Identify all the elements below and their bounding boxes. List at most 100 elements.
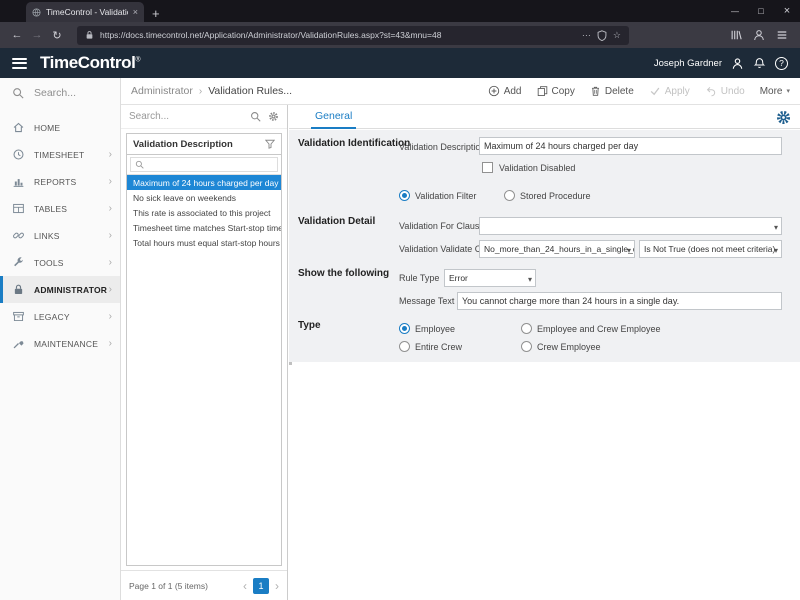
app-header: TimeControl® Joseph Gardner — [0, 48, 800, 78]
library-icon[interactable] — [730, 29, 742, 41]
for-clause-label: Validation For Clause — [399, 221, 485, 231]
list-item[interactable]: Maximum of 24 hours charged per day — [127, 175, 281, 190]
gear-icon[interactable] — [268, 111, 279, 122]
help-icon[interactable] — [775, 56, 788, 70]
sidebar-item-home[interactable]: HOME — [0, 114, 120, 141]
more-button[interactable]: More — [760, 86, 790, 97]
breadcrumb-bar: Administrator Validation Rules... Add Co… — [121, 78, 800, 105]
copy-button[interactable]: Copy — [537, 85, 575, 97]
grid-column-header[interactable]: Validation Description — [127, 134, 281, 155]
tab-close-icon[interactable] — [133, 8, 138, 17]
clock-icon — [12, 148, 25, 161]
browser-tab[interactable]: TimeControl - Validation Rules — [26, 2, 144, 22]
list-item[interactable]: This rate is associated to this project — [127, 205, 281, 220]
crew-employee-radio[interactable] — [521, 341, 532, 352]
employee-and-crew-radio[interactable] — [521, 323, 532, 334]
validation-disabled-label: Validation Disabled — [499, 163, 576, 173]
sidebar-item-timesheet[interactable]: TIMESHEET — [0, 141, 120, 168]
chevron-down-icon — [786, 87, 790, 95]
add-icon — [488, 85, 500, 97]
window-close-button[interactable] — [774, 0, 800, 22]
employee-label: Employee — [415, 324, 456, 334]
grid-filter-input[interactable] — [130, 157, 278, 172]
section-title-show: Show the following — [298, 268, 390, 279]
current-page-button[interactable]: 1 — [253, 577, 269, 594]
search-icon[interactable] — [250, 111, 261, 122]
sidebar-item-tools[interactable]: TOOLS — [0, 249, 120, 276]
sidebar-item-legacy[interactable]: LEGACY — [0, 303, 120, 330]
next-page-button[interactable] — [275, 580, 279, 592]
page-actions-icon[interactable]: ··· — [582, 30, 591, 40]
sidebar-item-maintenance[interactable]: MAINTENANCE — [0, 330, 120, 357]
delete-button[interactable]: Delete — [590, 85, 634, 97]
validation-disabled-checkbox[interactable] — [482, 162, 493, 173]
user-name[interactable]: Joseph Gardner — [654, 58, 722, 69]
sidebar-item-administrator[interactable]: ADMINISTRATOR — [0, 276, 120, 303]
sidebar-item-reports[interactable]: REPORTS — [0, 168, 120, 195]
sidebar-search-placeholder: Search... — [34, 87, 77, 99]
tab-general[interactable]: General — [311, 110, 357, 129]
bell-icon[interactable] — [753, 57, 766, 70]
window-minimize-button[interactable] — [722, 0, 748, 22]
records-grid: Validation Description Maximum of 24 hou… — [126, 133, 282, 566]
previous-page-button[interactable] — [243, 580, 247, 592]
for-clause-select[interactable] — [479, 217, 782, 235]
filter-funnel-icon[interactable] — [265, 139, 275, 149]
employee-radio[interactable] — [399, 323, 410, 334]
favicon-icon — [32, 7, 41, 17]
description-input[interactable] — [479, 137, 782, 155]
entire-crew-label: Entire Crew — [415, 342, 463, 352]
list-item[interactable]: Timesheet time matches Start-stop time — [127, 220, 281, 235]
app-menu-icon[interactable] — [12, 57, 27, 69]
list-item[interactable]: Total hours must equal start-stop hours — [127, 235, 281, 250]
window-maximize-button[interactable] — [748, 0, 774, 22]
chevron-right-icon — [109, 203, 112, 214]
chart-icon — [12, 175, 25, 188]
detail-pane: General Validation Identification Valida… — [289, 105, 800, 600]
apply-button[interactable]: Apply — [649, 85, 690, 97]
list-item[interactable]: No sick leave on weekends — [127, 190, 281, 205]
breadcrumb-separator-icon — [199, 86, 202, 97]
sidebar-item-tables[interactable]: TABLES — [0, 195, 120, 222]
rule-type-select[interactable]: Error — [444, 269, 536, 287]
validation-filter-radio[interactable] — [399, 190, 410, 201]
browser-titlebar: TimeControl - Validation Rules — [0, 0, 800, 22]
forward-icon[interactable]: → — [27, 25, 47, 45]
person-icon[interactable] — [731, 57, 744, 70]
search-icon — [12, 87, 24, 99]
menu-icon[interactable] — [776, 29, 788, 41]
url-bar[interactable]: https://docs.timecontrol.net/Application… — [77, 25, 629, 45]
settings-gear-icon[interactable] — [776, 110, 791, 125]
sidebar-item-links[interactable]: LINKS — [0, 222, 120, 249]
condition-select[interactable]: Is Not True (does not meet criteria) — [639, 240, 782, 258]
section-title-identification: Validation Identification — [298, 138, 411, 149]
stored-procedure-radio[interactable] — [504, 190, 515, 201]
undo-icon — [705, 85, 717, 97]
lock-icon[interactable] — [85, 30, 94, 40]
home-icon — [12, 121, 25, 134]
account-icon[interactable] — [753, 29, 765, 41]
link-icon — [12, 229, 25, 242]
bookmark-star-icon[interactable]: ☆ — [613, 30, 621, 41]
new-tab-button[interactable] — [152, 7, 160, 20]
entire-crew-radio[interactable] — [399, 341, 410, 352]
chevron-right-icon — [109, 338, 112, 349]
validate-clause-select[interactable]: No_more_than_24_hours_in_a_single_day — [479, 240, 635, 258]
crew-employee-label: Crew Employee — [537, 342, 601, 352]
add-button[interactable]: Add — [488, 85, 522, 97]
url-text: https://docs.timecontrol.net/Application… — [100, 30, 442, 40]
message-text-input[interactable] — [457, 292, 782, 310]
validation-form: Validation Identification Validation Des… — [289, 130, 800, 362]
breadcrumb-section[interactable]: Administrator — [131, 85, 193, 97]
description-label: Validation Description — [399, 142, 486, 152]
shield-icon[interactable] — [597, 29, 607, 41]
back-icon[interactable]: ← — [7, 25, 27, 45]
undo-button[interactable]: Undo — [705, 85, 745, 97]
reload-icon[interactable]: ↻ — [47, 25, 67, 45]
breadcrumb-page[interactable]: Validation Rules... — [208, 85, 292, 97]
panel-search[interactable]: Search... — [121, 105, 287, 129]
record-list-panel: Search... Validation Description Maximum… — [121, 105, 288, 600]
sidebar-search[interactable]: Search... — [0, 78, 120, 108]
stored-procedure-label: Stored Procedure — [520, 191, 591, 201]
chevron-right-icon — [109, 176, 112, 187]
